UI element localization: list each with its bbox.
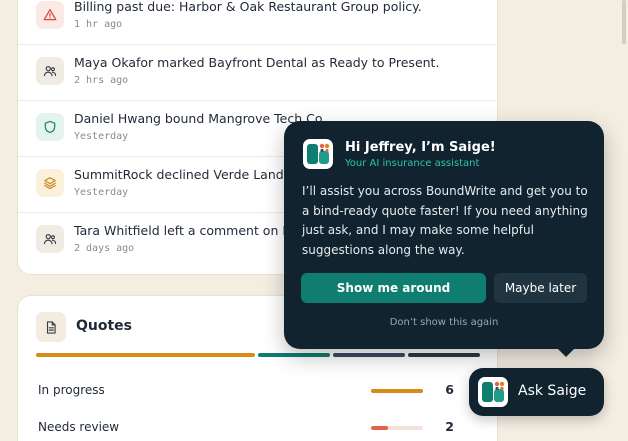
ask-saige-button[interactable]: Ask Saige bbox=[469, 368, 604, 416]
activity-time: 2 hrs ago bbox=[74, 75, 129, 86]
popup-body-text: I’ll assist you across BoundWrite and ge… bbox=[302, 184, 588, 257]
maybe-later-button[interactable]: Maybe later bbox=[494, 273, 587, 303]
saige-logo-icon bbox=[303, 139, 333, 169]
quotes-row-bar bbox=[371, 426, 423, 430]
scrollbar[interactable] bbox=[622, 0, 626, 44]
activity-time: Yesterday bbox=[74, 131, 129, 142]
activity-item[interactable]: Maya Okafor marked Bayfront Dental as Re… bbox=[18, 45, 497, 101]
quotes-row-in-progress[interactable]: In progress 6 bbox=[18, 381, 497, 401]
quotes-progress-segment bbox=[36, 353, 255, 357]
activity-text: Tara Whitfield left a comment on Pine bbox=[74, 223, 309, 238]
quotes-row-needs-review[interactable]: Needs review 2 bbox=[18, 418, 497, 438]
document-icon bbox=[36, 312, 66, 342]
quotes-progress-segment bbox=[258, 353, 330, 357]
layers-icon bbox=[36, 169, 64, 197]
activity-text: Billing past due: Harbor & Oak Restauran… bbox=[74, 0, 422, 14]
saige-welcome-popup: Hi Jeffrey, I’m Saige! Your AI insurance… bbox=[284, 121, 604, 357]
ask-saige-label: Ask Saige bbox=[518, 383, 587, 399]
quotes-row-count: 6 bbox=[445, 382, 454, 397]
quotes-row-label: In progress bbox=[38, 383, 105, 397]
saige-logo-icon bbox=[478, 377, 508, 407]
activity-text: Maya Okafor marked Bayfront Dental as Re… bbox=[74, 55, 440, 70]
quotes-progress-segment bbox=[333, 353, 405, 357]
dont-show-again-link[interactable]: Don’t show this again bbox=[284, 317, 604, 328]
activity-text: SummitRock declined Verde Landscap bbox=[74, 167, 313, 182]
activity-text: Daniel Hwang bound Mangrove Tech Co bbox=[74, 111, 323, 126]
show-me-around-button[interactable]: Show me around bbox=[301, 273, 486, 303]
activity-item[interactable]: Billing past due: Harbor & Oak Restauran… bbox=[18, 0, 497, 45]
shield-icon bbox=[36, 113, 64, 141]
quotes-row-bar-fill bbox=[371, 426, 389, 430]
quotes-row-label: Needs review bbox=[38, 420, 120, 434]
quotes-row-bar bbox=[371, 389, 423, 393]
activity-time: Yesterday bbox=[74, 187, 129, 198]
users-icon bbox=[36, 225, 64, 253]
users-icon bbox=[36, 57, 64, 85]
quotes-title: Quotes bbox=[76, 318, 133, 334]
popup-subtitle: Your AI insurance assistant bbox=[345, 158, 480, 169]
activity-time: 2 days ago bbox=[74, 243, 135, 254]
activity-time: 1 hr ago bbox=[74, 19, 123, 30]
quotes-row-bar-fill bbox=[371, 389, 423, 393]
alert-triangle-icon bbox=[36, 1, 64, 29]
quotes-progress-segment bbox=[408, 353, 480, 357]
popup-title: Hi Jeffrey, I’m Saige! bbox=[345, 140, 496, 155]
quotes-row-count: 2 bbox=[445, 419, 454, 434]
